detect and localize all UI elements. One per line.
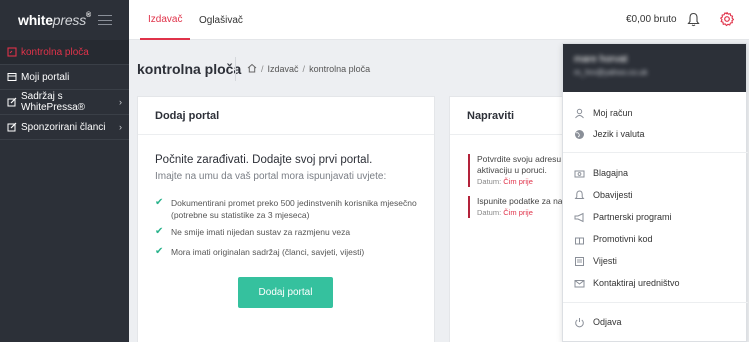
logo-main: white (18, 12, 53, 28)
user-name: mare horvat (574, 54, 628, 65)
date-label: Datum: (477, 177, 502, 186)
divider (563, 302, 748, 303)
gear-icon[interactable] (719, 11, 735, 30)
menu-item-news[interactable]: Vijesti (563, 252, 748, 270)
menu-item-contact-editorial[interactable]: Kontaktiraj uredništvo (563, 274, 748, 292)
menu-item-label: Moj račun (593, 108, 633, 118)
date-label: Datum: (477, 208, 502, 217)
check-icon: ✔ (155, 226, 164, 237)
menu-item-label: Blagajna (593, 168, 629, 178)
sidebar-item-label: kontrolna ploča (21, 46, 89, 58)
menu-item-label: Kontaktiraj uredništvo (593, 278, 680, 288)
balance[interactable]: €0,00 bruto (626, 14, 677, 25)
user-icon (574, 108, 585, 119)
user-menu-header: mare horvat m_hrv@yahoo.co.uk (563, 44, 746, 92)
requirement-text: Ne smije imati nijedan sustav za razmjen… (171, 227, 351, 237)
chevron-right-icon: › (119, 97, 122, 107)
menu-item-label: Partnerski programi (593, 212, 672, 222)
menu-item-notifications[interactable]: Obavijesti (563, 186, 748, 204)
breadcrumb-item: kontrolna ploča (309, 64, 371, 74)
tab-advertiser[interactable]: Oglašivač (191, 0, 251, 40)
menu-item-cashier[interactable]: Blagajna (563, 164, 748, 182)
add-portal-card: Dodaj portal Počnite zarađivati. Dodajte… (137, 96, 435, 342)
card-lead: Počnite zarađivati. Dodajte svoj prvi po… (155, 154, 373, 166)
check-icon: ✔ (155, 246, 164, 257)
menu-item-label: Vijesti (593, 256, 617, 266)
logo-accent: press (52, 12, 87, 28)
requirement-text: Dokumentirani promet preko 500 jedinstve… (171, 197, 417, 221)
top-bar: Izdavač Oglašivač €0,00 bruto (129, 0, 749, 40)
requirement-line: (potrebne su statistike za 3 mjeseca) (171, 210, 310, 220)
bell-icon[interactable] (687, 12, 700, 30)
user-menu: mare horvat m_hrv@yahoo.co.uk Moj račun … (562, 43, 748, 342)
article-icon (7, 122, 17, 132)
menu-item-partner-programs[interactable]: Partnerski programi (563, 208, 748, 226)
page-title: kontrolna ploča (137, 61, 242, 77)
breadcrumb: / Izdavač / kontrolna ploča (235, 57, 370, 81)
card-subtitle: Imajte na umu da vaš portal mora ispunja… (155, 171, 387, 182)
gift-icon (574, 234, 585, 245)
dashboard-icon (7, 47, 17, 57)
bell-icon (574, 189, 585, 201)
breadcrumb-separator: / (302, 64, 306, 74)
menu-item-account[interactable]: Moj račun (563, 104, 748, 122)
breadcrumb-item[interactable]: Izdavač (268, 64, 299, 74)
requirement-item: ✔ Mora imati originalan sadržaj (članci,… (155, 246, 425, 258)
sidebar-item-label: Moji portali (21, 71, 70, 83)
tab-label: Oglašivač (199, 14, 243, 26)
home-icon[interactable] (247, 63, 257, 75)
brand: whitepress® (0, 0, 129, 40)
sidebar-item-content[interactable]: Sadržaj s WhitePressa® › (0, 90, 129, 115)
sidebar-item-label: Sponzorirani članci (21, 121, 106, 133)
mail-icon (574, 278, 585, 289)
add-portal-button[interactable]: Dodaj portal (238, 277, 333, 308)
menu-item-label: Obavijesti (593, 190, 633, 200)
globe-icon (574, 129, 585, 140)
sidebar-item-label: Sadržaj s WhitePressa® (21, 91, 86, 113)
sidebar: whitepress® kontrolna ploča Moji portali… (0, 0, 129, 342)
menu-item-logout[interactable]: Odjava (563, 313, 748, 331)
portal-icon (7, 72, 17, 82)
card-title: Napraviti (450, 97, 578, 135)
edit-icon (7, 97, 17, 107)
menu-item-language[interactable]: Jezik i valuta (563, 125, 748, 143)
sidebar-item-dashboard[interactable]: kontrolna ploča (0, 40, 129, 65)
user-email: m_hrv@yahoo.co.uk (574, 68, 648, 77)
cash-icon (574, 168, 585, 179)
power-icon (574, 317, 585, 328)
menu-toggle-icon[interactable] (98, 15, 112, 25)
menu-item-label: Odjava (593, 317, 622, 327)
todo-card: Napraviti Potvrdite svoju adresu e aktiv… (449, 96, 579, 342)
tab-publisher[interactable]: Izdavač (140, 0, 191, 40)
date-value[interactable]: Čim prije (503, 177, 533, 186)
menu-item-label: Promotivni kod (593, 234, 653, 244)
megaphone-icon (574, 212, 585, 223)
chevron-right-icon: › (119, 122, 122, 132)
check-icon: ✔ (155, 197, 164, 208)
news-icon (574, 256, 585, 267)
tab-label: Izdavač (148, 13, 183, 25)
date-value[interactable]: Čim prije (503, 208, 533, 217)
sidebar-item-portals[interactable]: Moji portali (0, 65, 129, 90)
menu-item-label: Jezik i valuta (593, 129, 645, 139)
requirement-text: Mora imati originalan sadržaj (članci, s… (171, 247, 365, 257)
card-title: Dodaj portal (138, 97, 434, 135)
breadcrumb-separator: / (261, 64, 264, 74)
menu-item-promo-code[interactable]: Promotivni kod (563, 230, 748, 248)
divider (563, 152, 748, 153)
logo-reg: ® (86, 12, 91, 19)
requirement-line: Dokumentirani promet preko 500 jedinstve… (171, 198, 417, 208)
logo[interactable]: whitepress® (18, 12, 91, 28)
requirement-item: ✔ Dokumentirani promet preko 500 jedinst… (155, 197, 425, 221)
sidebar-item-sponsored[interactable]: Sponzorirani članci › (0, 115, 129, 140)
requirement-item: ✔ Ne smije imati nijedan sustav za razmj… (155, 226, 425, 238)
